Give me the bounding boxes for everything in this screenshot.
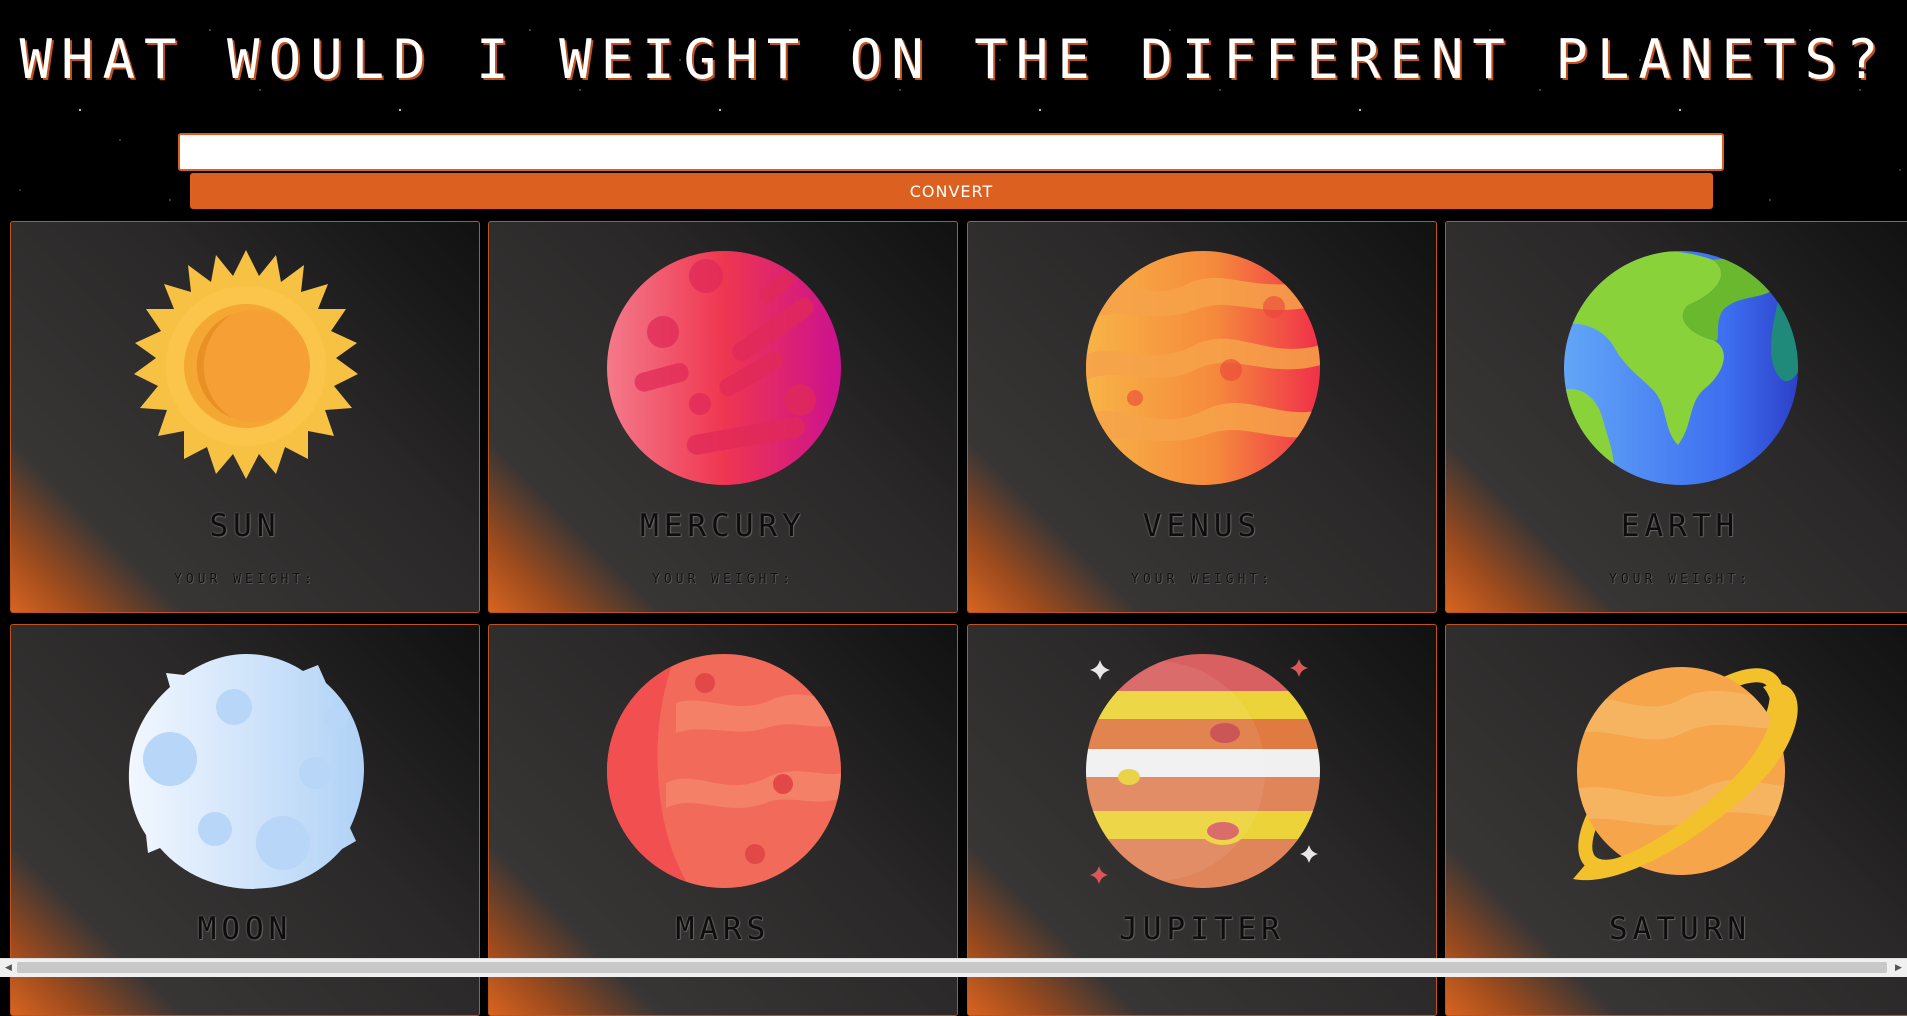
- sun-icon: [128, 250, 364, 486]
- jupiter-icon: [1085, 653, 1321, 889]
- planet-card-venus: VENUS YOUR WEIGHT:: [967, 221, 1437, 613]
- scrollbar-thumb[interactable]: [17, 962, 1887, 973]
- mars-icon: [606, 653, 842, 889]
- moon-icon: [128, 653, 364, 889]
- convert-button[interactable]: CONVERT: [190, 173, 1713, 209]
- page-header: WHAT WOULD I WEIGHT ON THE DIFFERENT PLA…: [0, 0, 1907, 220]
- sparkle-icon: [1290, 659, 1308, 681]
- planet-name: EARTH: [1620, 508, 1740, 544]
- weight-result-label: YOUR WEIGHT:: [1131, 572, 1273, 587]
- saturn-icon: [1563, 653, 1799, 889]
- planet-name: JUPITER: [1119, 911, 1285, 947]
- sparkle-icon: [1090, 660, 1110, 684]
- sparkle-icon: [1090, 866, 1108, 888]
- planet-name: MARS: [675, 911, 771, 947]
- weight-result-label: YOUR WEIGHT:: [1609, 572, 1751, 587]
- scroll-right-icon[interactable]: ▶: [1890, 959, 1907, 977]
- weight-result-label: YOUR WEIGHT:: [174, 572, 316, 587]
- sparkle-icon: [1300, 845, 1318, 867]
- page-title: WHAT WOULD I WEIGHT ON THE DIFFERENT PLA…: [19, 28, 1888, 91]
- weight-input[interactable]: [178, 133, 1724, 171]
- planet-name: SUN: [209, 508, 281, 544]
- earth-icon: [1563, 250, 1799, 486]
- planet-name: MERCURY: [640, 508, 806, 544]
- weight-result-label: YOUR WEIGHT:: [652, 572, 794, 587]
- venus-icon: [1085, 250, 1321, 486]
- planet-card-mercury: MERCURY YOUR WEIGHT:: [488, 221, 958, 613]
- planet-name: SATURN: [1609, 911, 1751, 947]
- mercury-icon: [606, 250, 842, 486]
- planet-card-earth: EARTH YOUR WEIGHT:: [1445, 221, 1907, 613]
- horizontal-scrollbar[interactable]: ◀ ▶: [0, 958, 1907, 977]
- planet-name: MOON: [197, 911, 293, 947]
- scroll-left-icon[interactable]: ◀: [0, 959, 17, 977]
- planet-name: VENUS: [1142, 508, 1262, 544]
- planet-card-sun: SUN YOUR WEIGHT:: [10, 221, 480, 613]
